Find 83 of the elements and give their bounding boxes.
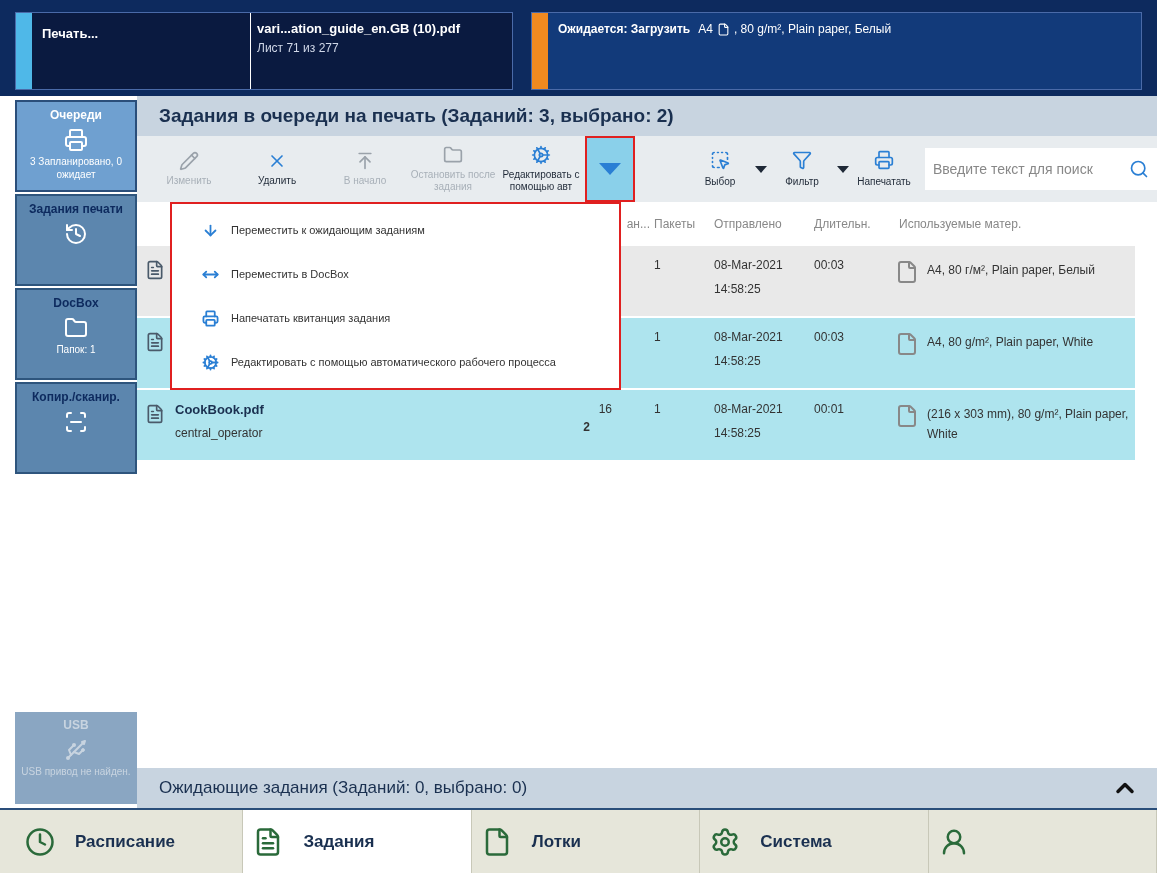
sidebar-title: Очереди <box>50 107 102 124</box>
clock-icon <box>25 826 55 857</box>
nav-tab[interactable]: Система <box>700 810 929 873</box>
select-icon <box>710 149 730 170</box>
sent-time: 14:58:25 <box>714 281 762 298</box>
sidebar-title: DocBox <box>53 295 99 312</box>
sidebar-caption: Папок: 1 <box>56 344 96 357</box>
column-header: ан... <box>625 216 650 233</box>
column-header: Отправлено <box>713 216 783 233</box>
sidebar-title: Копир./сканир. <box>32 389 120 406</box>
file-name: vari...ation_guide_en.GB (10).pdf <box>257 20 461 38</box>
document-icon <box>145 332 165 352</box>
menu-item-label: Переместить к ожидающим заданиям <box>231 222 425 238</box>
table-cell-text: 1 <box>653 401 662 418</box>
column-header: Длительн. <box>813 216 872 233</box>
document-icon <box>145 404 165 424</box>
search-button[interactable] <box>1121 148 1157 190</box>
column-header: Пакеты <box>653 216 697 233</box>
table-cell-text: 00:01 <box>813 401 846 418</box>
folder-icon <box>64 316 88 340</box>
column-header: Используемые матер. <box>898 216 1023 233</box>
caret-icon <box>599 163 621 175</box>
table-cell-text: 1 <box>653 329 662 346</box>
pending-title: Ожидающие задания (Заданий: 0, выбрано: 0) <box>159 777 528 800</box>
history-icon <box>64 222 88 246</box>
sidebar-caption: USB привод не найден. <box>21 766 131 779</box>
queue-title: Задания в очереди на печать (Заданий: 3, выбрано: 2) <box>159 103 674 128</box>
table-cell-text: 00:03 <box>813 329 846 346</box>
sent-date: 08-Mar-2021 <box>714 401 784 418</box>
material-cell-text: (216 x 303 mm), 80 g/m², Plain paper, White <box>927 406 1130 443</box>
toolbar-button[interactable]: Фильтр <box>767 149 837 189</box>
usb-icon <box>64 738 88 762</box>
page-count: 16 <box>598 401 612 418</box>
menu-item[interactable]: Переместить в DocBox <box>202 261 619 287</box>
print-icon <box>874 149 894 170</box>
caret-icon <box>755 165 767 173</box>
top-icon <box>355 150 375 171</box>
sent-time: 14:58:25 <box>714 353 762 370</box>
paper-icon <box>895 260 919 284</box>
sidebar-item[interactable]: Задания печати <box>15 194 137 286</box>
filter-icon <box>792 149 812 170</box>
toolbar-button[interactable]: Напечатать <box>849 149 919 189</box>
menu-item-label: Переместить в DocBox <box>231 266 349 282</box>
sent-date: 08-Mar-2021 <box>714 329 784 346</box>
sidebar-title: Задания печати <box>29 201 123 218</box>
menu-item-label: Редактировать с помощью автоматического рабочего процесса <box>231 354 556 370</box>
menu-item[interactable]: Редактировать с помощью автоматического рабочего процесса <box>202 349 619 375</box>
toolbar-button[interactable]: Редактировать с помощью авт <box>497 136 585 202</box>
document-icon <box>145 260 165 280</box>
job-name: CookBook.pdf <box>175 401 265 419</box>
page-icon <box>716 22 730 36</box>
search-field[interactable]: Введите текст для поиск <box>925 148 1121 190</box>
more-dropdown-button[interactable] <box>585 136 635 202</box>
print-icon <box>202 309 219 327</box>
sidebar-title: USB <box>63 717 89 734</box>
sidebar-caption: 3 Запланировано, 0 ожидает <box>29 156 123 181</box>
paper-icon <box>895 404 919 428</box>
material-cell-text: A4, 80 g/m², Plain paper, White <box>927 334 1094 351</box>
scan-icon <box>64 410 88 434</box>
paper-icon <box>895 332 919 356</box>
copy-count: 2 <box>583 419 590 436</box>
table-cell-text: 1 <box>653 257 662 274</box>
paper-size: A4 <box>698 21 713 38</box>
job-owner: central_operator <box>175 424 264 442</box>
nav-tab[interactable]: Лотки <box>471 810 701 873</box>
menu-item[interactable]: Переместить к ожидающим заданиям <box>202 217 619 243</box>
toolbar-button[interactable]: Выбор <box>685 149 755 189</box>
status-label: Ожидается: Загрузить <box>558 21 691 38</box>
table-cell-text: 00:03 <box>813 257 846 274</box>
media-info: , 80 g/m², Plain paper, Белый <box>733 21 892 38</box>
toolbar-button[interactable]: Удалить <box>233 136 321 202</box>
job-status: Печать... <box>42 26 99 41</box>
sent-time: 14:58:25 <box>714 425 762 442</box>
sidebar-item[interactable]: Копир./сканир. <box>15 382 137 474</box>
sidebar-item[interactable]: DocBox Папок: 1 <box>15 288 137 380</box>
nav-tab[interactable]: Задания <box>243 810 472 873</box>
sheet-count: Лист 71 из 277 <box>257 39 340 57</box>
search-icon <box>1129 159 1149 179</box>
material-cell-text: A4, 80 г/м², Plain paper, Белый <box>927 262 1095 279</box>
caret-icon <box>837 165 849 173</box>
edit-icon <box>179 150 199 171</box>
table-row[interactable]: CookBook.pdf central_operator 16 2 1 08-Mar-2021 14:58:25 00:01 (216 x 303 mm), 80 g/m², Plain paper, White <box>137 390 1135 460</box>
sent-date: 08-Mar-2021 <box>714 257 784 274</box>
